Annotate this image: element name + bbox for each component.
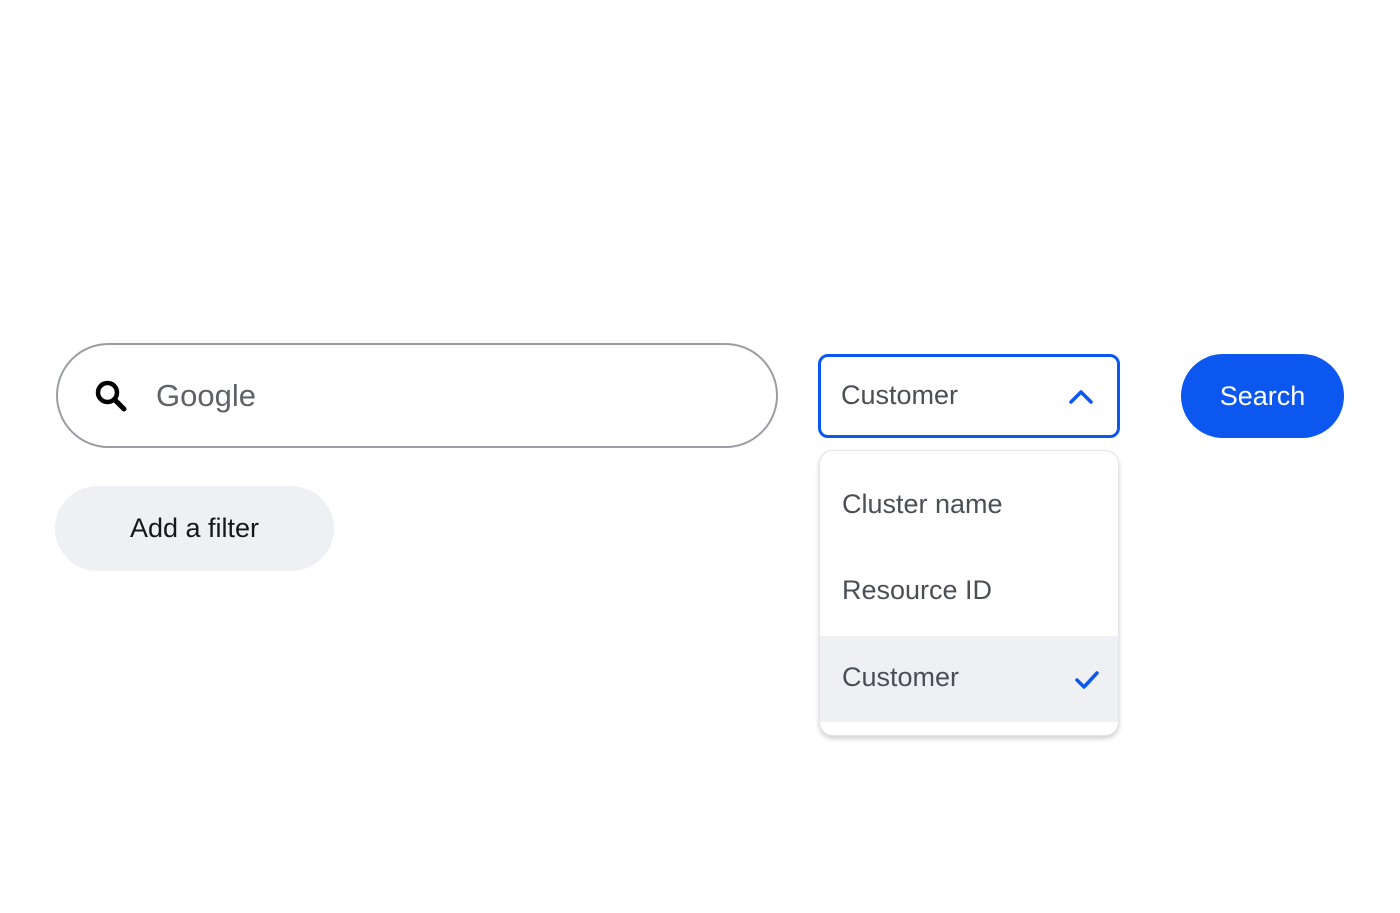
option-label: Cluster name bbox=[842, 489, 1003, 519]
search-input[interactable] bbox=[156, 367, 736, 425]
field-select[interactable]: Customer bbox=[818, 354, 1120, 438]
field-dropdown-menu: Cluster name Resource ID Customer bbox=[819, 450, 1119, 736]
option-customer[interactable]: Customer bbox=[820, 636, 1118, 722]
option-resource-id[interactable]: Resource ID bbox=[820, 549, 1118, 635]
add-filter-button[interactable]: Add a filter bbox=[55, 486, 334, 571]
option-cluster-name[interactable]: Cluster name bbox=[820, 463, 1118, 549]
option-label: Customer bbox=[842, 662, 960, 692]
check-icon bbox=[1075, 671, 1099, 689]
option-label: Resource ID bbox=[842, 575, 993, 605]
chevron-up-icon bbox=[1069, 390, 1093, 404]
field-select-value: Customer bbox=[841, 380, 959, 410]
search-icon bbox=[95, 380, 127, 412]
search-field[interactable] bbox=[56, 343, 778, 448]
search-button[interactable]: Search bbox=[1181, 354, 1344, 438]
